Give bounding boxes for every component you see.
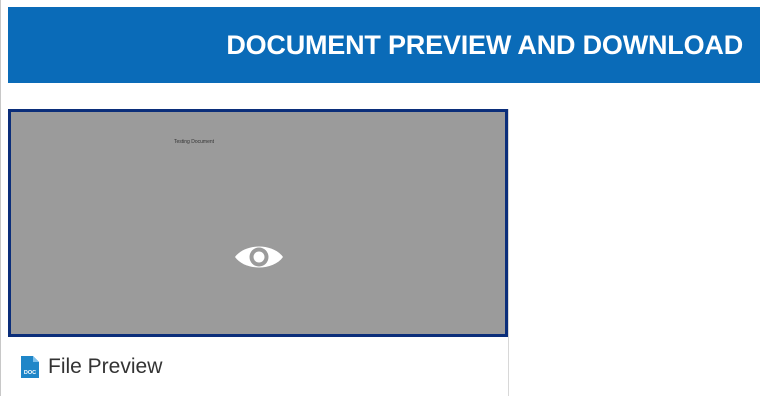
- page-header: DOCUMENT PREVIEW AND DOWNLOAD: [8, 7, 760, 83]
- doc-file-icon: DOC: [21, 356, 39, 378]
- document-preview[interactable]: Testing Document: [8, 109, 508, 337]
- page: DOCUMENT PREVIEW AND DOWNLOAD Testing Do…: [0, 0, 760, 396]
- file-info-row[interactable]: DOC File Preview: [20, 353, 162, 381]
- doc-icon-text: DOC: [24, 370, 36, 376]
- page-title: DOCUMENT PREVIEW AND DOWNLOAD: [226, 29, 743, 60]
- file-preview-label[interactable]: File Preview: [48, 355, 162, 379]
- file-card: Testing Document DOC File Preview: [8, 109, 509, 396]
- preview-document-title: Testing Document: [174, 139, 215, 145]
- eye-icon: [235, 246, 283, 268]
